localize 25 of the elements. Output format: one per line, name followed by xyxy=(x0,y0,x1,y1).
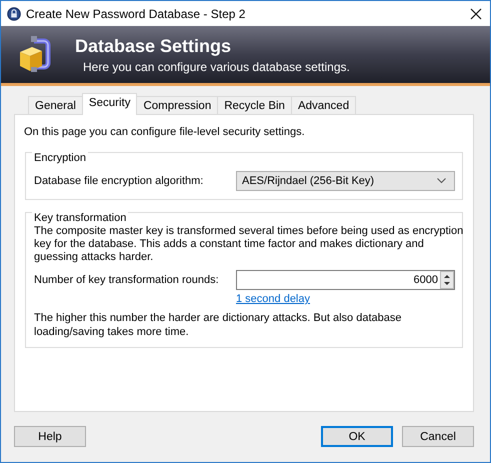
tab[interactable]: Recycle Bin xyxy=(217,96,292,114)
page-description: On this page you can configure file-level security settings. xyxy=(24,126,306,138)
rounds-spinner[interactable]: 6000 xyxy=(236,270,455,290)
field-label: Database file encryption algorithm: xyxy=(34,175,204,187)
algorithm-dropdown[interactable]: AES/Rijndael (256-Bit Key) xyxy=(236,171,455,191)
group-label: Encryption xyxy=(32,152,88,164)
lock-icon xyxy=(7,6,21,20)
group-description: The composite master key is transformed several times before being used as encryption key for the database. This adds a constant time factor and makes dictionary and guessing attacks harder. xyxy=(34,225,464,264)
dialog-button[interactable]: Cancel xyxy=(402,426,474,447)
window-title: Create New Password Database - Step 2 xyxy=(26,6,246,20)
delay-link[interactable]: 1 second delay xyxy=(236,293,310,305)
tab[interactable]: Security xyxy=(82,93,138,115)
tab[interactable]: Compression xyxy=(136,96,218,114)
banner-subtitle: Here you can configure various database settings. xyxy=(83,60,350,74)
note-text: The higher this number the harder are dictionary attacks. But also database loading/saving takes more time. xyxy=(34,311,402,339)
group-label: Key transformation xyxy=(32,212,128,224)
spin-arrows-icon[interactable] xyxy=(440,271,454,289)
banner-title: Database Settings xyxy=(75,36,232,56)
tab[interactable]: Advanced xyxy=(290,96,356,114)
chevron-down-icon xyxy=(437,178,446,184)
field-label: Number of key transformation rounds: xyxy=(34,274,220,286)
tab[interactable]: General xyxy=(28,96,83,114)
close-icon[interactable] xyxy=(470,8,482,20)
dialog-button[interactable]: OK xyxy=(321,426,393,447)
dialog-button[interactable]: Help xyxy=(14,426,86,447)
